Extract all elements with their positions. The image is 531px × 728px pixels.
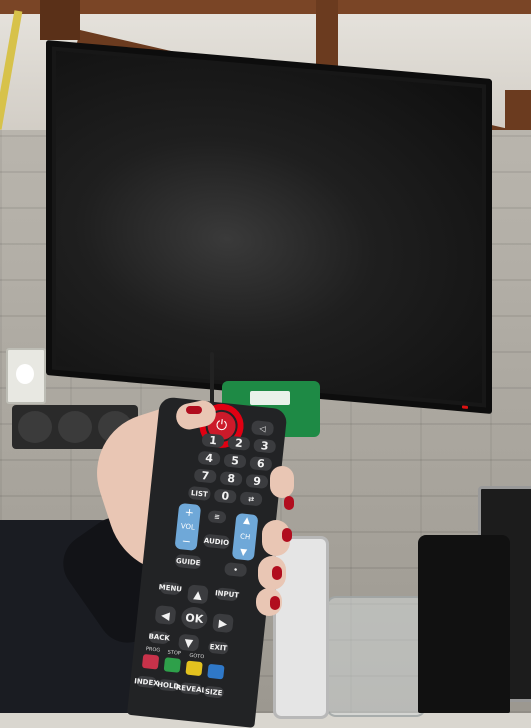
coffee-maker <box>418 535 510 713</box>
digit-7-button[interactable]: 7 <box>193 468 217 484</box>
volume-rocker[interactable]: + VOL − <box>174 502 202 551</box>
yellow-button[interactable] <box>185 660 203 677</box>
wall-socket <box>18 411 52 443</box>
color-label-yellow: GOTO <box>189 652 205 661</box>
vol-down[interactable]: − <box>181 534 192 548</box>
tv-screen-off <box>56 50 482 404</box>
digit-4-button[interactable]: 4 <box>197 450 221 466</box>
color-label-red: PROG <box>145 646 161 654</box>
power-icon: ⏻ <box>215 417 228 435</box>
finger-2-nail <box>282 528 292 542</box>
size-button[interactable]: SIZE <box>203 685 225 699</box>
photo-scene: ⏻ ◁ 1 2 3 4 5 6 7 8 9 LIST 0 ⇄ + VOL − ≡… <box>0 0 531 728</box>
nav-right-button[interactable]: ▶ <box>212 613 234 634</box>
channel-rocker[interactable]: ▲ CH ▼ <box>231 512 259 561</box>
nav-down-button[interactable]: ▼ <box>177 633 200 652</box>
recall-icon: ⇄ <box>247 494 255 504</box>
index-button[interactable]: INDEX <box>134 675 159 689</box>
ch-up[interactable]: ▲ <box>243 516 251 527</box>
thumb-nail <box>186 406 202 414</box>
blue-button[interactable] <box>207 663 225 680</box>
digit-2-button[interactable]: 2 <box>227 435 251 451</box>
ch-label: CH <box>239 532 251 542</box>
ceiling-post-left <box>40 0 80 40</box>
digit-9-button[interactable]: 9 <box>245 473 269 489</box>
vol-up[interactable]: + <box>184 506 195 520</box>
digit-8-button[interactable]: 8 <box>219 471 243 487</box>
finger-4-nail <box>270 596 280 610</box>
color-label-green: STOP <box>167 649 182 657</box>
nav-left-button[interactable]: ◀ <box>154 605 177 626</box>
audio-button[interactable]: AUDIO <box>202 533 231 550</box>
list-button[interactable]: LIST <box>187 485 212 502</box>
digit-6-button[interactable]: 6 <box>249 456 273 472</box>
nav-up-button[interactable]: ▲ <box>186 584 209 605</box>
info-button[interactable]: ≡ <box>207 509 227 524</box>
red-button[interactable] <box>141 653 160 670</box>
ch-down[interactable]: ▼ <box>239 548 247 559</box>
finger-1-nail <box>284 496 294 510</box>
digit-0-button[interactable]: 0 <box>213 488 237 504</box>
mute-icon: ◁ <box>259 423 267 433</box>
wall-socket <box>58 411 92 443</box>
digit-3-button[interactable]: 3 <box>253 438 277 454</box>
digit-1-button[interactable]: 1 <box>201 432 225 449</box>
menu-button[interactable]: MENU <box>158 581 182 596</box>
tv-standby-led <box>462 405 468 409</box>
wall-light-fixture <box>6 348 46 404</box>
exit-button[interactable]: EXIT <box>207 640 229 655</box>
wall-mounted-tv <box>46 40 492 415</box>
finger-1 <box>270 466 294 498</box>
green-button[interactable] <box>163 657 182 673</box>
digit-5-button[interactable]: 5 <box>223 453 247 469</box>
mute-button[interactable]: ◁ <box>250 420 275 437</box>
back-button[interactable]: BACK <box>148 630 170 645</box>
input-button[interactable]: INPUT <box>215 587 239 602</box>
reveal-button[interactable]: REVEAL <box>176 681 206 696</box>
fav-button[interactable]: • <box>224 562 248 578</box>
finger-3-nail <box>272 566 282 580</box>
vol-label: VOL <box>180 522 196 532</box>
glass-jars <box>326 596 426 717</box>
ok-button[interactable]: OK <box>180 605 209 631</box>
guide-button[interactable]: GUIDE <box>174 553 202 570</box>
navigation-pad: MENU ▲ INPUT ◀ OK ▶ BACK ▼ EXIT <box>148 581 239 655</box>
recall-button[interactable]: ⇄ <box>239 491 263 507</box>
